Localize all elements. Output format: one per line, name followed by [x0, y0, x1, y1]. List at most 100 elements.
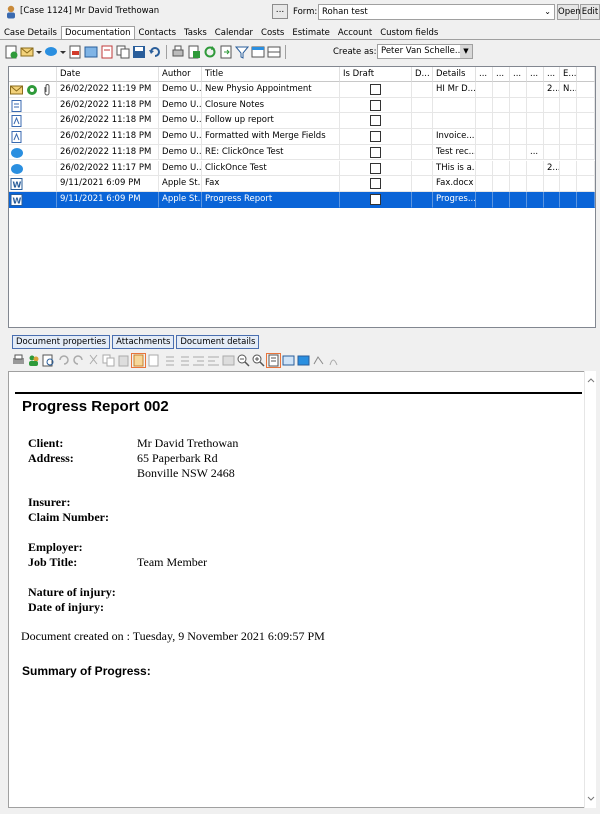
pdf-icon[interactable] [68, 45, 82, 59]
numbered-list-icon[interactable] [177, 354, 190, 367]
tab-document-details[interactable]: Document details [176, 335, 260, 349]
cell-c4 [527, 82, 544, 98]
filter-icon[interactable] [234, 45, 250, 59]
grid-header-date[interactable]: Date [57, 67, 159, 82]
table-row[interactable]: W 9/11/2021 6:09 PM Apple St... Fax Fax.docx [9, 176, 595, 192]
image-icon[interactable] [222, 354, 235, 367]
tab-costs[interactable]: Costs [257, 26, 288, 40]
web-layout-icon[interactable] [282, 354, 295, 367]
grid-header-col3[interactable]: ... [510, 67, 527, 82]
cut-icon[interactable] [87, 354, 100, 367]
export-icon[interactable] [187, 45, 201, 59]
scan-icon[interactable] [84, 45, 98, 59]
undo-icon[interactable] [148, 45, 162, 59]
grid-header-e[interactable] [577, 67, 595, 82]
is-draft-checkbox[interactable] [370, 178, 381, 190]
is-draft-checkbox[interactable] [370, 162, 381, 174]
is-draft-checkbox[interactable] [370, 146, 381, 158]
comment-icon[interactable] [44, 45, 58, 59]
tab-case-details[interactable]: Case Details [0, 26, 61, 40]
tab-custom-fields[interactable]: Custom fields [376, 26, 442, 40]
zoom-in-icon[interactable] [252, 354, 265, 367]
table-row[interactable]: 26/02/2022 11:17 PM Demo U... ClickOnce Te… [9, 160, 595, 177]
refresh-icon[interactable] [203, 45, 217, 59]
documents-grid[interactable]: Date Author Title Is Draft D... Details … [8, 66, 596, 328]
more-button[interactable]: ... [272, 4, 288, 19]
redo-icon[interactable] [72, 354, 85, 367]
email-icon[interactable] [20, 45, 34, 59]
table-row[interactable]: 26/02/2022 11:18 PM Demo U... RE: ClickOnc… [9, 144, 595, 161]
grid-header-details[interactable]: Details [433, 67, 476, 82]
chevron-down-icon[interactable] [60, 45, 66, 59]
page-layout-icon[interactable] [266, 352, 281, 368]
grid-header-col4[interactable]: ... [527, 67, 544, 82]
grid-header-col1[interactable]: ... [476, 67, 493, 82]
cell-c1 [476, 144, 493, 161]
paragraph-icon[interactable] [147, 354, 160, 367]
table-row[interactable]: W 9/11/2021 6:09 PM Apple St... Progress Re… [9, 191, 595, 208]
is-draft-checkbox[interactable] [370, 99, 381, 111]
outdent-icon[interactable] [207, 354, 220, 367]
move-icon[interactable] [219, 45, 233, 59]
paste-icon[interactable] [117, 354, 130, 367]
spell-check-icon[interactable] [312, 354, 325, 367]
cell-c2 [493, 191, 510, 208]
tab-document-properties[interactable]: Document properties [12, 335, 111, 349]
table-row[interactable]: 26/02/2022 11:18 PM Demo U... Formatted wi… [9, 129, 595, 145]
undo-icon[interactable] [57, 354, 70, 367]
tab-estimate[interactable]: Estimate [288, 26, 334, 40]
page-view-icon[interactable] [131, 352, 146, 368]
indent-icon[interactable] [192, 354, 205, 367]
document-scrollbar[interactable] [584, 371, 596, 808]
cell-d [412, 191, 433, 208]
tab-calendar[interactable]: Calendar [211, 26, 257, 40]
svg-text:W: W [13, 196, 22, 205]
claim-number-label: Claim Number: [28, 510, 109, 524]
grid-header-icons[interactable] [9, 67, 57, 82]
grid-header-d[interactable]: D... [412, 67, 433, 82]
tab-contacts[interactable]: Contacts [135, 26, 181, 40]
chevron-down-icon[interactable] [36, 45, 42, 59]
save-icon[interactable] [132, 45, 146, 59]
grid-header-title[interactable]: Title [202, 67, 340, 82]
table-row[interactable]: 26/02/2022 11:19 PM Demo U... New Physio A… [9, 82, 595, 98]
find-icon[interactable] [42, 354, 55, 367]
table-row[interactable]: 26/02/2022 11:18 PM Demo U... Follow up re… [9, 113, 595, 130]
is-draft-checkbox[interactable] [370, 131, 381, 143]
layout-icon[interactable] [251, 45, 265, 59]
copy-icon[interactable] [116, 45, 130, 59]
zoom-out-icon[interactable] [237, 354, 250, 367]
new-document-icon[interactable] [4, 45, 18, 59]
documentation-toolbar [4, 43, 288, 61]
tab-tasks[interactable]: Tasks [180, 26, 211, 40]
tab-documentation[interactable]: Documentation [60, 26, 135, 40]
form-select[interactable]: Rohan test ⌄ [318, 4, 555, 20]
cell-c4 [527, 160, 544, 177]
edit-button[interactable]: Edit [580, 4, 600, 20]
table-row[interactable]: 26/02/2022 11:18 PM Demo U... Closure Note… [9, 97, 595, 114]
draft-layout-icon[interactable] [297, 354, 310, 367]
tab-account[interactable]: Account [334, 26, 376, 40]
grid-header-col2[interactable]: ... [493, 67, 510, 82]
grid-header-author[interactable]: Author [159, 67, 202, 82]
grid-header-col6[interactable]: E... [560, 67, 577, 82]
cell-c3 [510, 144, 527, 161]
open-button[interactable]: Open [557, 4, 581, 20]
print-icon[interactable] [171, 45, 185, 59]
grid-header-is-draft[interactable]: Is Draft [340, 67, 412, 82]
is-draft-checkbox[interactable] [370, 193, 381, 205]
print-preview-icon[interactable] [12, 354, 25, 367]
create-as-select[interactable]: Peter Van Schelle... ▼ [377, 44, 473, 59]
is-draft-checkbox[interactable] [370, 115, 381, 127]
copy-icon[interactable] [102, 354, 115, 367]
bullet-list-icon[interactable] [162, 354, 175, 367]
tab-attachments[interactable]: Attachments [112, 335, 175, 349]
template-icon[interactable] [100, 45, 114, 59]
is-draft-checkbox[interactable] [370, 84, 381, 95]
people-icon[interactable] [27, 354, 40, 367]
grid-header-col5[interactable]: ... [544, 67, 560, 82]
document-title: Progress Report 002 [22, 398, 169, 415]
cell-c3 [510, 82, 527, 98]
track-changes-icon[interactable] [327, 354, 340, 367]
split-view-icon[interactable] [267, 45, 281, 59]
